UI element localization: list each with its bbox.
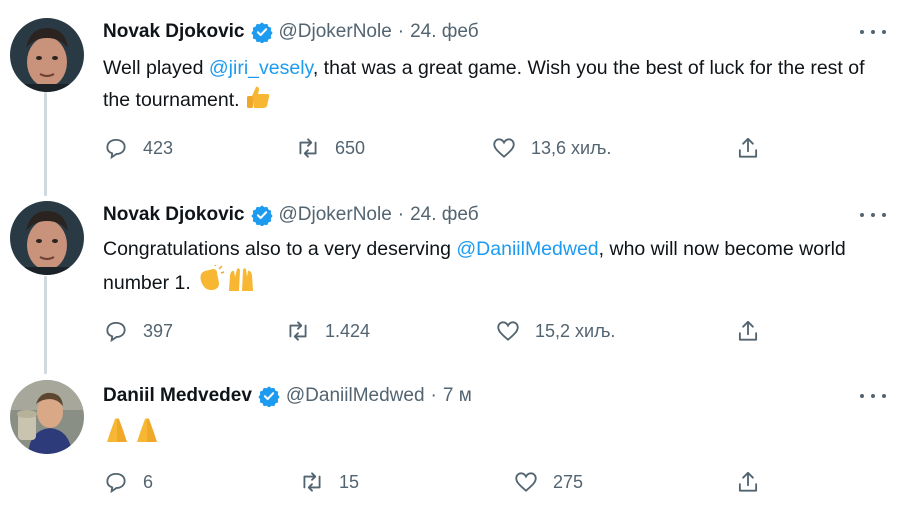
heart-icon [493, 138, 515, 158]
djokovic-avatar-image [10, 18, 84, 92]
more-options-icon[interactable] [860, 22, 886, 42]
avatar[interactable] [10, 201, 84, 275]
reply-button[interactable]: 397 [103, 315, 173, 347]
verified-badge-icon [250, 204, 273, 226]
retweet-icon [289, 321, 307, 341]
author-handle[interactable]: @DjokerNole [279, 21, 392, 43]
share-icon [738, 471, 758, 492]
tweet-text: Well played @jiri_vesely, that was a gre… [103, 52, 883, 120]
tweet[interactable]: Novak Djokovic @DjokerNole · 24. феб Wel… [0, 0, 900, 180]
separator-dot: · [430, 385, 437, 406]
avatar[interactable] [10, 380, 84, 454]
share-icon [738, 320, 758, 341]
mention-link[interactable]: @DaniilMedwed [456, 238, 598, 260]
retweet-button[interactable]: 650 [295, 132, 365, 164]
like-count: 13,6 хиљ. [531, 137, 612, 158]
verified-badge-icon [258, 385, 280, 407]
share-icon [738, 137, 758, 158]
retweet-count: 1.424 [325, 320, 371, 341]
tweet-text-part: Well played [103, 57, 209, 79]
share-button[interactable] [735, 315, 761, 347]
tweet-text-part: Congratulations also to a very deserving [103, 238, 457, 260]
separator-dot: · [397, 204, 405, 225]
separator-dot: · [397, 21, 405, 42]
timestamp[interactable]: 7 м [443, 385, 472, 407]
share-button[interactable] [735, 466, 761, 498]
tweet-text: Congratulations also to a very deserving… [103, 233, 883, 303]
heart-icon [515, 472, 537, 492]
tweet-text [103, 416, 883, 450]
author-name[interactable]: Daniil Medvedev [103, 385, 252, 407]
like-button[interactable]: 15,2 хиљ. [495, 315, 615, 347]
retweet-icon [303, 472, 321, 492]
author-name[interactable]: Novak Djokovic [103, 204, 245, 226]
reply-icon [106, 138, 126, 160]
reply-button[interactable]: 6 [103, 466, 153, 498]
tweet[interactable]: Novak Djokovic @DjokerNole · 24. феб Con… [0, 183, 900, 363]
retweet-icon [299, 138, 317, 158]
reply-icon [106, 321, 126, 343]
retweet-button[interactable]: 1.424 [285, 315, 370, 347]
retweet-count: 650 [335, 137, 366, 158]
more-options-icon[interactable] [860, 386, 886, 406]
heart-icon [497, 321, 519, 341]
mention-link[interactable]: @jiri_vesely [209, 57, 313, 79]
clapping-hands-icon [195, 263, 225, 303]
folded-hands-icon [103, 416, 131, 454]
djokovic-avatar-image [10, 201, 84, 275]
folded-hands-icon [133, 416, 161, 454]
reply-button[interactable]: 423 [103, 132, 173, 164]
more-options-icon[interactable] [860, 205, 886, 225]
timestamp[interactable]: 24. феб [410, 204, 479, 226]
medvedev-avatar-image [10, 380, 84, 454]
timestamp[interactable]: 24. феб [410, 21, 479, 43]
reply-count: 397 [143, 320, 174, 341]
like-button[interactable]: 13,6 хиљ. [491, 132, 611, 164]
reply-count: 6 [143, 471, 154, 492]
author-name[interactable]: Novak Djokovic [103, 21, 245, 43]
like-button[interactable]: 275 [513, 466, 583, 498]
retweet-button[interactable]: 15 [299, 466, 359, 498]
raised-hands-icon [226, 265, 256, 303]
author-handle[interactable]: @DaniilMedwed [286, 385, 425, 407]
verified-badge-icon [250, 21, 273, 43]
author-handle[interactable]: @DjokerNole [279, 204, 392, 226]
reply-count: 423 [143, 137, 174, 158]
tweet[interactable]: Daniil Medvedev @DaniilMedwed · 7 м 6 15… [0, 364, 900, 512]
avatar[interactable] [10, 18, 84, 92]
share-button[interactable] [735, 132, 761, 164]
retweet-count: 15 [339, 471, 360, 492]
thumbs-up-icon [244, 84, 272, 120]
like-count: 275 [553, 471, 584, 492]
like-count: 15,2 хиљ. [535, 320, 616, 341]
reply-icon [106, 472, 126, 494]
